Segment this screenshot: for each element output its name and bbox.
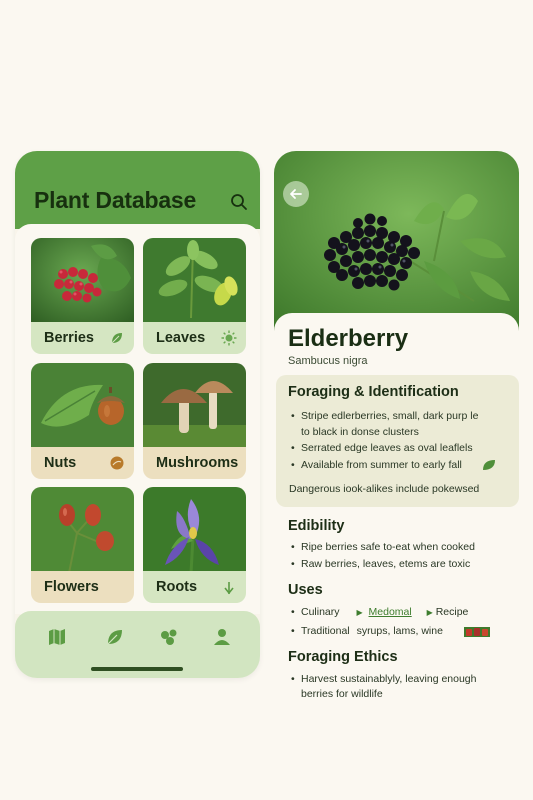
- section-title: Foraging & Identification: [288, 384, 459, 400]
- nut-icon: [110, 456, 124, 470]
- play-icon: ▶: [426, 608, 433, 617]
- category-card-nuts[interactable]: Nuts: [31, 363, 134, 479]
- identification-section: Foraging & Identification Stripe edlerbe…: [276, 375, 519, 507]
- medicinal-link[interactable]: Medomal: [369, 606, 412, 618]
- sprout-icon: [224, 582, 234, 595]
- bottom-nav: [15, 611, 260, 678]
- profile-icon[interactable]: [212, 627, 232, 647]
- app-header: Plant Database: [15, 151, 260, 229]
- flowers-photo: [31, 487, 134, 573]
- uses-row-culinary: Culinary ▶ Medomal ▶ Recipe: [291, 605, 469, 620]
- back-button[interactable]: [283, 181, 309, 207]
- detail-panel: Elderberry Sambucus nigra Foraging & Ide…: [274, 313, 519, 711]
- section-title: Uses: [288, 582, 323, 598]
- roots-photo: [143, 487, 246, 573]
- sprout-icon[interactable]: [159, 627, 179, 647]
- arrow-left-icon: [290, 189, 302, 199]
- leaf-icon: [483, 460, 495, 470]
- uses-detail: syrups, lams, wine: [356, 625, 443, 637]
- warning-text: Dangerous iook-alikes include pokewsed: [289, 483, 480, 495]
- uses-label: Traditional: [301, 625, 350, 637]
- plant-database-screen: Plant Database Berries Leaves Nuts Mushr…: [15, 151, 260, 678]
- list-item: Ripe berries safe to-eat when cooked: [291, 540, 475, 555]
- uses-label: Culinary: [301, 606, 340, 618]
- category-label: Flowers: [44, 579, 99, 595]
- category-card-flowers[interactable]: Flowers: [31, 487, 134, 603]
- list-item: Available from summer to early fall: [291, 458, 462, 473]
- category-card-leaves[interactable]: Leaves: [143, 238, 246, 354]
- jars-icon: [464, 627, 490, 637]
- sun-icon: [221, 330, 237, 346]
- category-label: Roots: [156, 579, 198, 595]
- leaf-icon[interactable]: [105, 627, 125, 647]
- home-indicator: [91, 667, 183, 671]
- map-icon[interactable]: [47, 627, 67, 647]
- category-label: Mushrooms: [156, 455, 239, 471]
- category-grid: Berries Leaves Nuts Mushrooms Flowers Ro…: [15, 224, 260, 614]
- category-label: Berries: [44, 330, 94, 346]
- category-label: Leaves: [156, 330, 206, 346]
- mushrooms-photo: [143, 363, 246, 449]
- nuts-photo: [31, 363, 134, 449]
- category-label: Nuts: [44, 455, 77, 471]
- list-item-continued: to black in donse clusters: [301, 426, 419, 438]
- search-icon[interactable]: [230, 193, 248, 211]
- category-card-berries[interactable]: Berries: [31, 238, 134, 354]
- section-title: Edibility: [288, 518, 345, 534]
- category-card-roots[interactable]: Roots: [143, 487, 246, 603]
- scientific-name: Sambucus nigra: [288, 355, 368, 367]
- list-item: Raw berries, leaves, etems are toxic: [291, 557, 470, 572]
- recipe-link[interactable]: Recipe: [436, 606, 469, 618]
- app-title: Plant Database: [34, 187, 197, 213]
- uses-row-traditional: Traditional syrups, lams, wine: [291, 624, 443, 639]
- list-item: Stripe edlerberries, small, dark purp le: [291, 409, 478, 424]
- leaves-photo: [143, 238, 246, 324]
- category-card-mushrooms[interactable]: Mushrooms: [143, 363, 246, 479]
- leaf-icon: [111, 333, 122, 344]
- list-item-continued: berries for wildlife: [301, 688, 383, 700]
- section-title: Foraging Ethics: [288, 649, 398, 665]
- list-item: Serrated edge leaves as oval leaflels: [291, 441, 473, 456]
- play-icon: ▶: [356, 608, 363, 617]
- list-item: Harvest sustainablyly, leaving enough: [291, 672, 476, 687]
- elderberry-photo: [274, 151, 519, 331]
- plant-name: Elderberry: [288, 325, 409, 352]
- plant-detail-screen: Elderberry Sambucus nigra Foraging & Ide…: [274, 151, 519, 711]
- berries-photo: [31, 238, 134, 324]
